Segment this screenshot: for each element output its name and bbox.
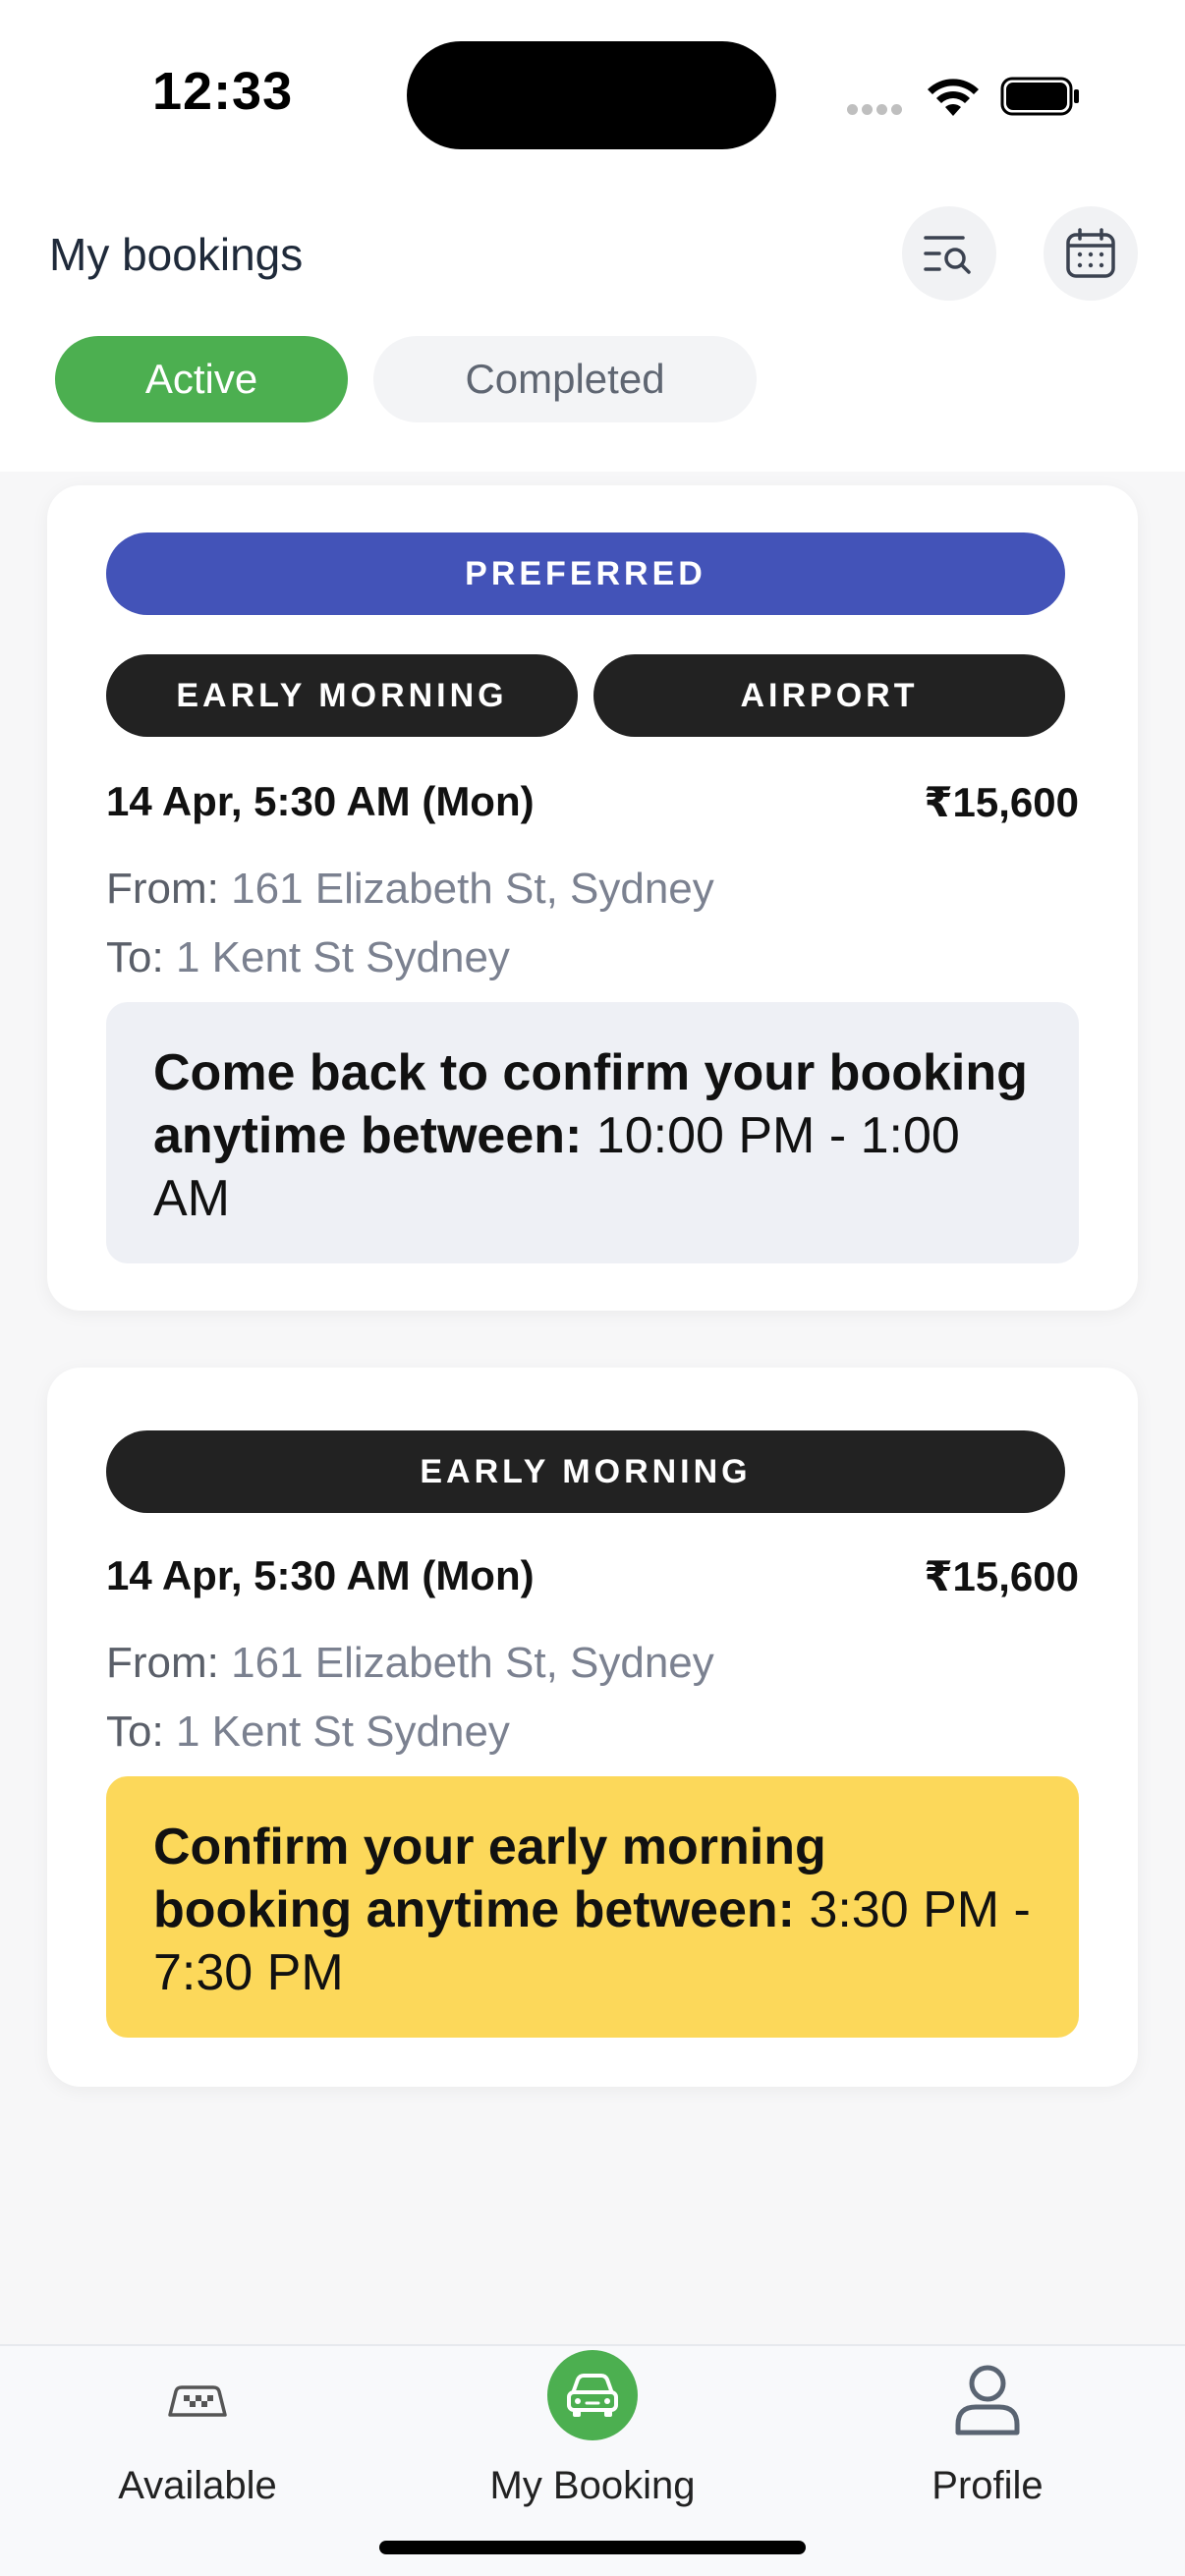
dropoff-address: To: 1 Kent St Sydney — [106, 933, 510, 982]
from-value: 161 Elizabeth St, Sydney — [231, 1639, 714, 1687]
to-label: To: — [106, 1708, 164, 1756]
early-morning-badge: EARLY MORNING — [106, 654, 578, 737]
cellular-signal-icon — [847, 102, 908, 116]
nav-label-profile: Profile — [931, 2464, 1044, 2507]
nav-available[interactable]: Available — [0, 2346, 395, 2543]
battery-icon — [1000, 77, 1079, 116]
booking-card[interactable]: PREFERRED EARLY MORNING AIRPORT 14 Apr, … — [47, 485, 1138, 1311]
booking-card[interactable]: EARLY MORNING 14 Apr, 5:30 AM (Mon) ₹15,… — [47, 1368, 1138, 2087]
car-icon — [547, 2350, 638, 2440]
dynamic-island — [407, 41, 776, 149]
booking-price: ₹15,600 — [924, 779, 1079, 825]
status-bar: 12:33 — [0, 0, 1185, 187]
to-value: 1 Kent St Sydney — [175, 1708, 510, 1756]
taxi-sign-icon — [168, 2385, 227, 2417]
confirm-window-notice: Come back to confirm your booking anytim… — [106, 1002, 1079, 1263]
nav-profile[interactable]: Profile — [790, 2346, 1185, 2543]
preferred-badge: PREFERRED — [106, 532, 1065, 615]
screen: 12:33 My bookings Active Completed PREFE… — [0, 0, 1185, 2576]
from-value: 161 Elizabeth St, Sydney — [231, 865, 714, 913]
nav-label-available: Available — [118, 2464, 277, 2507]
dropoff-address: To: 1 Kent St Sydney — [106, 1708, 510, 1757]
to-value: 1 Kent St Sydney — [175, 933, 510, 981]
status-time: 12:33 — [152, 62, 294, 121]
page-title: My bookings — [49, 229, 304, 280]
tab-completed[interactable]: Completed — [373, 336, 757, 422]
early-morning-badge: EARLY MORNING — [106, 1430, 1065, 1513]
from-label: From: — [106, 1639, 219, 1687]
search-filter-button[interactable] — [902, 206, 996, 301]
calendar-icon — [1066, 228, 1115, 278]
person-icon — [955, 2365, 1020, 2436]
home-indicator — [379, 2541, 806, 2554]
calendar-button[interactable] — [1044, 206, 1138, 301]
nav-label-my-booking: My Booking — [489, 2464, 696, 2507]
list-search-icon — [924, 236, 971, 274]
booking-price: ₹15,600 — [924, 1553, 1079, 1599]
wifi-icon — [928, 79, 979, 116]
nav-my-booking[interactable]: My Booking — [395, 2346, 790, 2543]
pickup-address: From: 161 Elizabeth St, Sydney — [106, 1639, 714, 1688]
booking-datetime: 14 Apr, 5:30 AM (Mon) — [106, 1552, 535, 1598]
airport-badge: AIRPORT — [593, 654, 1065, 737]
confirm-window-notice: Confirm your early morning booking anyti… — [106, 1776, 1079, 2038]
header: My bookings Active Completed — [0, 187, 1185, 472]
pickup-address: From: 161 Elizabeth St, Sydney — [106, 865, 714, 914]
tab-active[interactable]: Active — [55, 336, 348, 422]
to-label: To: — [106, 933, 164, 981]
notice-heading: Confirm your early morning booking anyti… — [153, 1819, 826, 1938]
from-label: From: — [106, 865, 219, 913]
booking-datetime: 14 Apr, 5:30 AM (Mon) — [106, 778, 535, 824]
